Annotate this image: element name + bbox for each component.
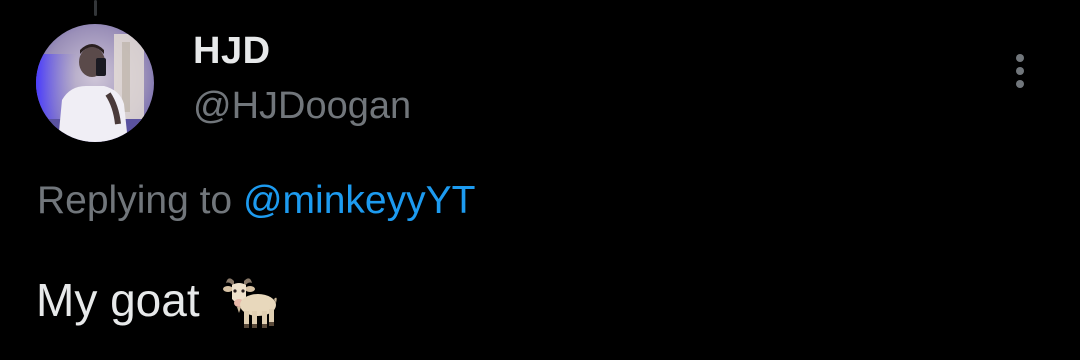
goat-emoji-icon <box>222 273 278 331</box>
vertical-ellipsis-icon <box>1016 80 1024 88</box>
avatar[interactable] <box>36 24 154 142</box>
vertical-ellipsis-icon <box>1016 67 1024 75</box>
tweet-text: My goat <box>36 274 200 326</box>
reply-prefix-label: Replying to <box>37 179 243 222</box>
mention-link[interactable]: @minkeyyYT <box>243 179 475 222</box>
author-handle[interactable]: @HJDoogan <box>193 87 411 125</box>
thread-connector-line <box>94 0 97 16</box>
tweet-body: My goat <box>36 265 278 328</box>
profile-photo-icon <box>36 24 154 142</box>
vertical-ellipsis-icon <box>1016 54 1024 62</box>
reply-context: Replying to @minkeyyYT <box>37 181 475 220</box>
author-display-name[interactable]: HJD <box>193 32 271 70</box>
more-options-button[interactable] <box>1000 46 1040 96</box>
